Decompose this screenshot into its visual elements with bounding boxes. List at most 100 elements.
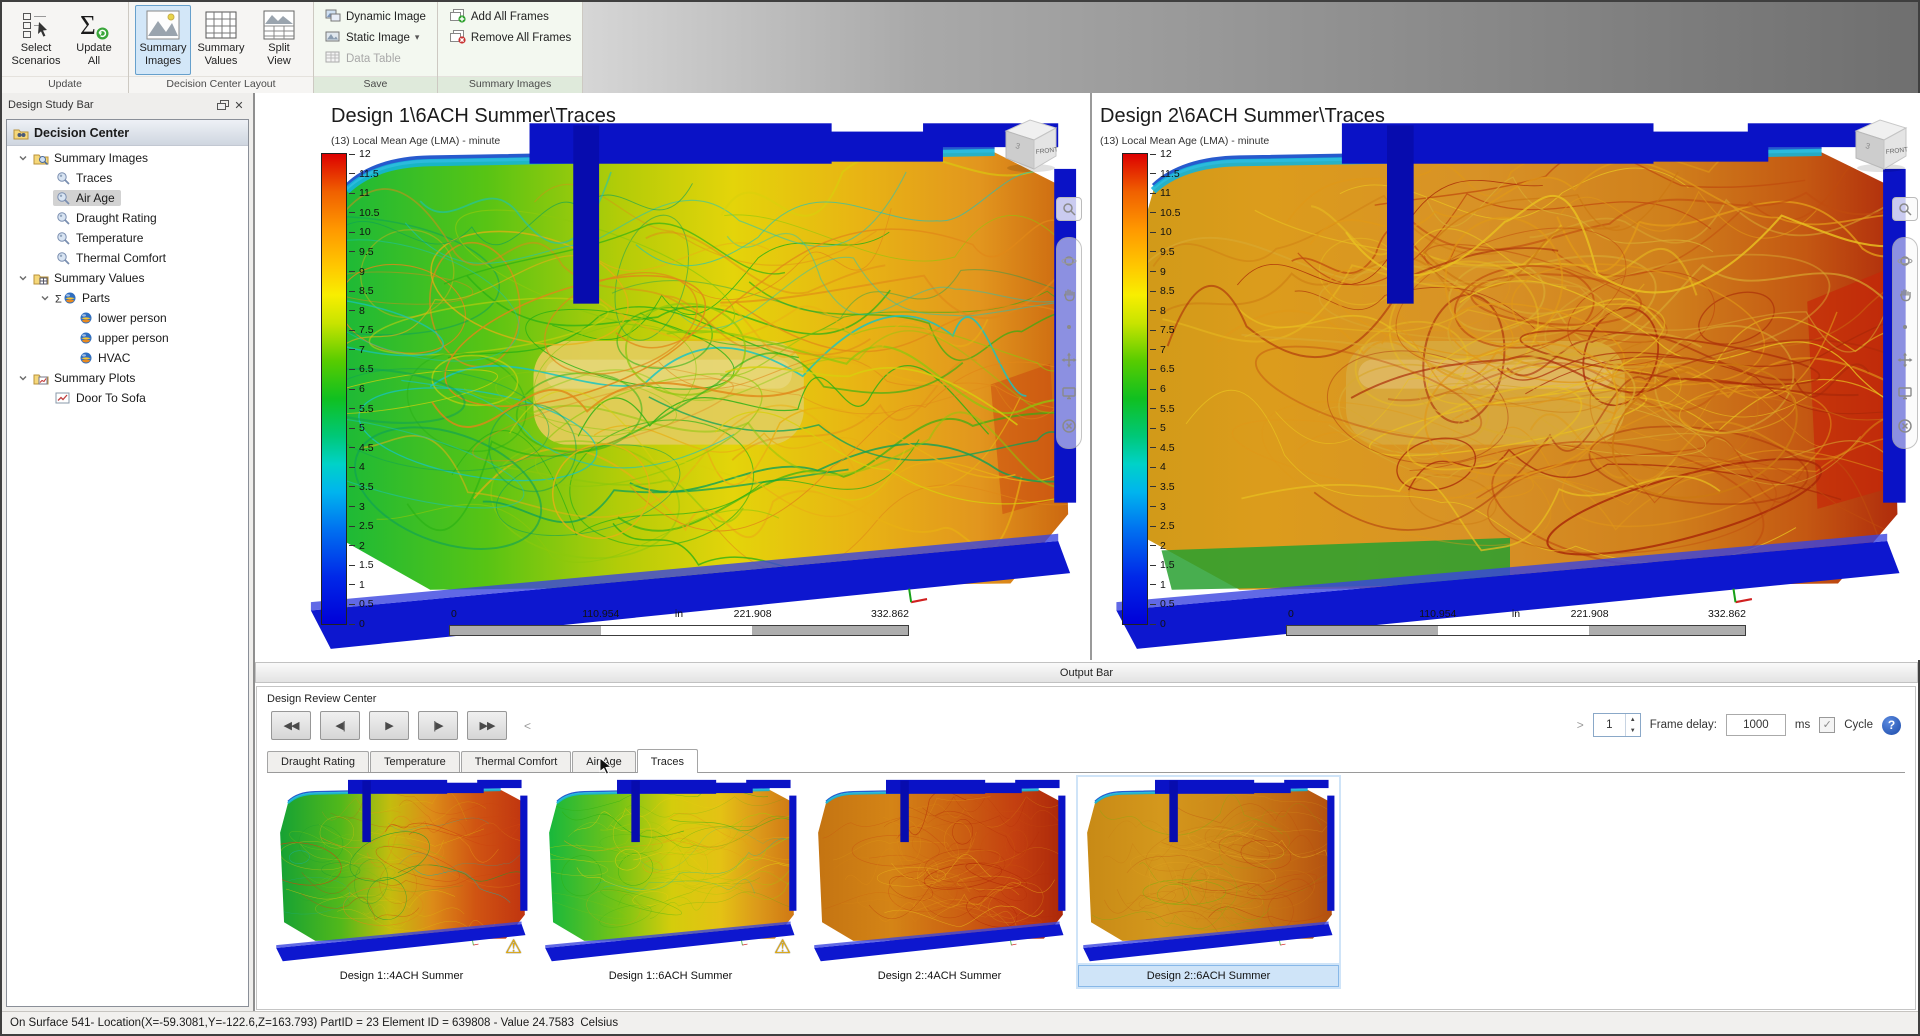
select-scenarios-button[interactable]: SelectScenarios [8,5,64,75]
summary-images-button[interactable]: SummaryImages [135,5,191,75]
chevron-down-icon[interactable] [15,373,31,383]
tree-item-decision-center[interactable]: Decision Center [7,120,248,146]
tree-item-hvac[interactable]: HVAC [7,348,248,368]
chevron-down-icon[interactable] [37,293,53,303]
legend-tick: 1.5 [1150,559,1175,571]
tree-item-draught-rating[interactable]: Draught Rating [7,208,248,228]
nav-left[interactable]: < [524,719,531,733]
fast-forward-button[interactable]: ▶▶ [467,711,507,740]
legend-tick: 7 [349,344,365,356]
static-image-button[interactable]: Static Image▾ [319,28,432,47]
orbit-icon[interactable] [1897,244,1913,277]
tab-thermal-comfort[interactable]: Thermal Comfort [461,751,572,772]
tree-item-label: Temperature [76,231,143,245]
tree-item-label: Decision Center [34,126,129,140]
sphere-icon [79,311,93,325]
tree-item-parts[interactable]: ΣParts [7,288,248,308]
legend-tick: 11 [1150,187,1171,199]
tick-label: 2 [1160,540,1166,552]
group-label: Decision Center Layout [129,76,313,93]
tab-traces[interactable]: Traces [637,749,698,773]
summary-values-button[interactable]: SummaryValues [193,5,249,75]
legend-tick: 2.5 [349,520,374,532]
tree-item-summary-images[interactable]: Summary Images [7,148,248,168]
panel-title: Design 1\6ACH Summer\Traces [331,105,616,128]
button-label: Scenarios [12,55,61,68]
close-icon[interactable]: ✕ [231,97,247,113]
app-window: SelectScenariosΣUpdateAllUpdateSummaryIm… [0,0,1920,1036]
dynamic-image-button[interactable]: Dynamic Image [319,7,432,26]
tree-item-lower-person[interactable]: lower person [7,308,248,328]
folder-plots-icon [33,371,49,385]
tree-item-temperature[interactable]: Temperature [7,228,248,248]
close-circle-icon[interactable] [1897,409,1913,442]
orbit-icon[interactable] [1061,244,1077,277]
tick-label: 1.5 [1160,559,1175,571]
ruler-label: 0 [1288,608,1294,620]
trace-icon [55,211,71,225]
cycle-checkbox[interactable]: ✓ [1819,717,1835,733]
view-cube[interactable]: FRONT3 [998,111,1062,175]
play-button[interactable]: ▶ [369,711,409,740]
legend-tick: 1 [1150,579,1166,591]
dot-icon[interactable] [1061,310,1077,343]
tree-item-air-age[interactable]: Air Age [7,188,248,208]
remove-all-frames-button[interactable]: Remove All Frames [443,28,577,47]
move-icon[interactable] [1897,343,1913,376]
dot-icon[interactable] [1897,310,1913,343]
trace-icon [55,231,71,245]
add-all-frames-button[interactable]: Add All Frames [443,7,577,26]
rewind-button[interactable]: ◀◀ [271,711,311,740]
tick-label: 0.5 [1160,598,1175,610]
thumbnail-design-1-4ach-summer[interactable]: ⚠Design 1::4ACH Summer [269,775,534,989]
tab-draught-rating[interactable]: Draught Rating [267,751,369,772]
tick-mark [349,545,355,546]
sphere-icon [79,351,93,365]
tree-item-thermal-comfort[interactable]: Thermal Comfort [7,248,248,268]
data-table-button[interactable]: Data Table [319,49,432,68]
help-icon[interactable]: ? [1882,716,1901,735]
frame-delay-input[interactable]: 1000 [1726,714,1786,736]
tree-item-door-to-sofa[interactable]: Door To Sofa [7,388,248,408]
move-icon[interactable] [1061,343,1077,376]
tick-mark [349,447,355,448]
tick-label: 3 [1160,501,1166,513]
update-all-button[interactable]: ΣUpdateAll [66,5,122,75]
plot-icon [55,391,71,405]
step-forward-button[interactable]: |▶ [418,711,458,740]
monitor-icon[interactable] [1897,376,1913,409]
tick-mark [349,506,355,507]
tree-item-summary-values[interactable]: Summary Values [7,268,248,288]
tree-item-label: Air Age [76,191,115,205]
search-icon[interactable] [1892,197,1918,221]
hand-icon[interactable] [1897,277,1913,310]
chevron-down-icon[interactable] [15,153,31,163]
tab-temperature[interactable]: Temperature [370,751,460,772]
close-circle-icon[interactable] [1061,409,1077,442]
output-bar[interactable]: Output Bar [255,662,1918,683]
spinner-up-icon[interactable]: ▲ [1626,714,1640,725]
view-cube[interactable]: FRONT3 [1848,111,1912,175]
thumbnail-design-1-6ach-summer[interactable]: ⚠Design 1::6ACH Summer [538,775,803,989]
monitor-icon[interactable] [1061,376,1077,409]
float-window-icon[interactable] [215,97,231,113]
tree-item-traces[interactable]: Traces [7,168,248,188]
legend-title: (13) Local Mean Age (LMA) - minute [1100,135,1269,147]
tree-item-summary-plots[interactable]: Summary Plots [7,368,248,388]
nav-right[interactable]: > [1577,718,1584,732]
tree-item-upper-person[interactable]: upper person [7,328,248,348]
thumbnail-design-2-6ach-summer[interactable]: Design 2::6ACH Summer [1076,775,1341,989]
dropdown-arrow-icon[interactable]: ▾ [415,32,420,43]
chevron-down-icon[interactable] [15,273,31,283]
split-view-button[interactable]: SplitView [251,5,307,75]
thumbnail-design-2-4ach-summer[interactable]: Design 2::4ACH Summer [807,775,1072,989]
frame-number-spinner[interactable]: 1 ▲ ▼ [1593,713,1641,737]
legend-tick: 5.5 [1150,403,1175,415]
color-scale-legend: 1211.51110.5109.598.587.576.565.554.543.… [321,151,441,633]
search-icon[interactable] [1056,197,1082,221]
tree-item-label: Thermal Comfort [76,251,166,265]
step-back-button[interactable]: ◀| [320,711,360,740]
legend-tick: 5 [349,422,365,434]
spinner-down-icon[interactable]: ▼ [1626,725,1640,736]
hand-icon[interactable] [1061,277,1077,310]
